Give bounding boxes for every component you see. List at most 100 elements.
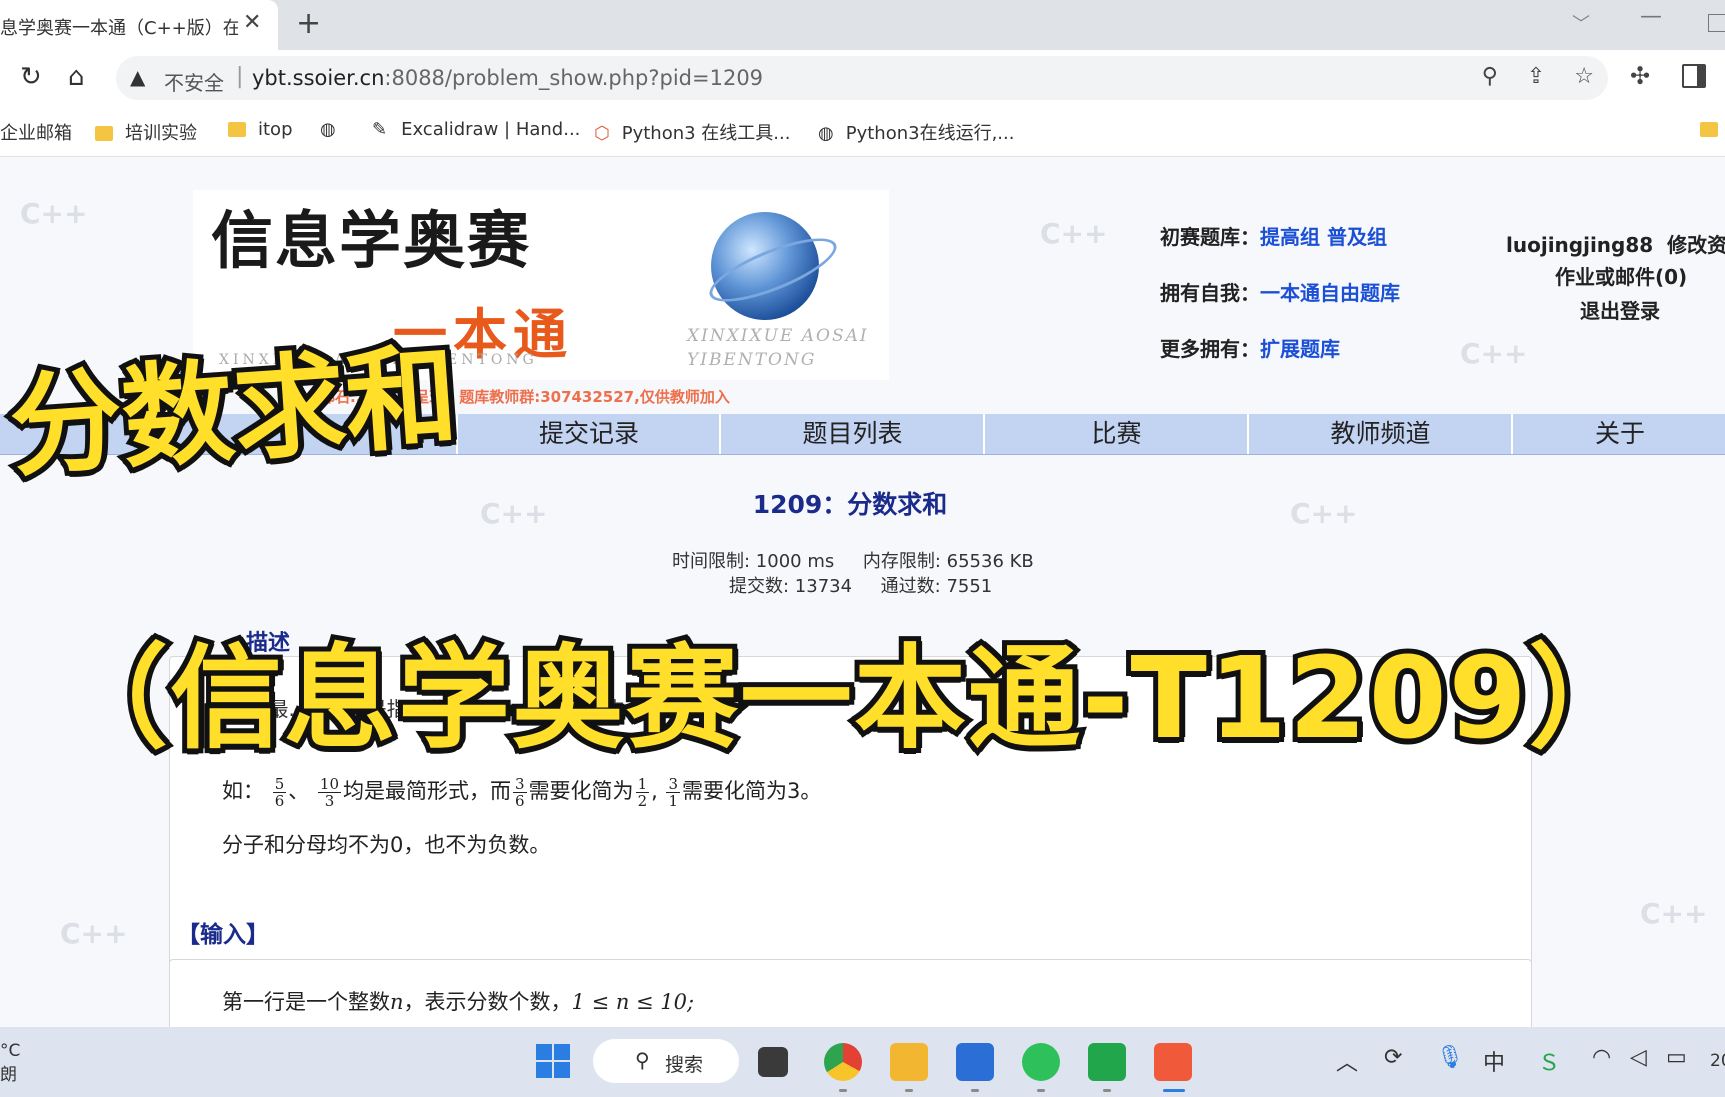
- start-icon[interactable]: [536, 1044, 572, 1080]
- reload-icon[interactable]: ↻: [20, 62, 42, 92]
- maximize-icon[interactable]: [1708, 14, 1725, 32]
- link-free-bank[interactable]: 一本通自由题库: [1260, 281, 1400, 305]
- bookmark-folder[interactable]: [1700, 119, 1725, 140]
- battery-icon[interactable]: ▭: [1666, 1045, 1687, 1070]
- wifi-icon[interactable]: ◠: [1592, 1045, 1611, 1070]
- memory-limit: 内存限制: 65536 KB: [862, 551, 1034, 572]
- watermark: C++: [20, 197, 88, 230]
- weather-widget[interactable]: °C 朗: [0, 1039, 20, 1087]
- banner-title: 信息学奥赛: [211, 204, 532, 277]
- nav-teacher[interactable]: 教师频道: [1247, 414, 1512, 454]
- minimize-icon[interactable]: —: [1640, 4, 1662, 29]
- tab-title: 息学奥赛一本通（C++版）在线: [0, 18, 238, 39]
- code-editor-icon[interactable]: [1154, 1043, 1192, 1081]
- tab-strip: 息学奥赛一本通（C++版）在线 ✕ + ﹀ —: [0, 0, 1725, 50]
- divider: |: [236, 64, 244, 89]
- excalidraw-icon: ✎: [372, 119, 388, 140]
- omnibox-actions: ⚲ ⇪ ☆: [1460, 64, 1594, 89]
- ime-icon[interactable]: 中: [1483, 1045, 1505, 1077]
- overlay-caption-subtitle: （信息学奥赛一本通-T1209）: [51, 629, 1646, 769]
- bookmark-label: Python3 在线工具...: [621, 123, 791, 144]
- volume-icon[interactable]: ◁: [1630, 1045, 1647, 1070]
- new-tab-button[interactable]: +: [296, 6, 321, 41]
- url-text[interactable]: ybt.ssoier.cn:8088/problem_show.php?pid=…: [252, 66, 763, 90]
- link-puji[interactable]: 普及组: [1327, 225, 1387, 249]
- link-tigao[interactable]: 提高组: [1260, 225, 1320, 249]
- nav-about[interactable]: 关于: [1511, 414, 1725, 454]
- close-tab-icon[interactable]: ✕: [243, 10, 261, 35]
- app-tray-icon[interactable]: Ｓ: [1538, 1045, 1560, 1077]
- globe-icon[interactable]: ◍: [320, 119, 336, 140]
- watermark: C++: [60, 917, 128, 950]
- limits-row: 时间限制: 1000 ms 内存限制: 65536 KB: [672, 547, 1034, 573]
- bookmarks-bar: 企业邮箱 培训实验 itop ◍ ✎ Excalidraw | Hand... ⬡…: [0, 106, 1725, 157]
- running-indicator: [971, 1089, 979, 1092]
- task-view-icon[interactable]: [758, 1047, 788, 1077]
- fraction: 56: [272, 774, 287, 810]
- edit-profile-link[interactable]: 修改资料: [1667, 233, 1725, 257]
- overlay-caption-title: 分数求和: [1, 327, 467, 498]
- self-row: 拥有自我：一本通自由题库: [1160, 265, 1400, 321]
- tab-search-icon[interactable]: ﹀: [1572, 10, 1590, 36]
- nav-problems[interactable]: 题目列表: [719, 414, 984, 454]
- bookmark-label: Excalidraw | Hand...: [401, 119, 581, 140]
- browser-tab[interactable]: 息学奥赛一本通（C++版）在线 ✕: [0, 0, 278, 50]
- bookmark-folder[interactable]: itop: [228, 119, 293, 140]
- homework-link[interactable]: 作业或邮件(0): [1555, 261, 1687, 290]
- insecure-label[interactable]: 不安全: [164, 67, 224, 96]
- input-text: 第一行是一个整数n，表示分数个数，1 ≤ n ≤ 10;: [222, 986, 694, 1016]
- problem-title: 1209：分数求和: [752, 490, 948, 519]
- sync-icon[interactable]: ⟳: [1384, 1045, 1402, 1070]
- wechat-icon[interactable]: [1022, 1043, 1060, 1081]
- taskbar-search[interactable]: ⚲ 搜索: [593, 1039, 739, 1083]
- address-bar[interactable]: ▲ 不安全 | ybt.ssoier.cn:8088/problem_show.…: [116, 56, 1608, 100]
- fraction: 10 3: [317, 774, 342, 810]
- running-indicator: [839, 1089, 847, 1092]
- microphone-icon[interactable]: 🎙: [1436, 1045, 1464, 1070]
- bookmark-label: 培训实验: [125, 123, 197, 144]
- extensions-icon[interactable]: ✣: [1630, 62, 1650, 90]
- web-page: C++ C++ C++ C++ C++ C++ C++ 信息学奥赛 一本通 XI…: [0, 157, 1725, 1027]
- chusai-label: 初赛题库：: [1160, 225, 1260, 249]
- bookmark-folder[interactable]: 培训实验: [95, 119, 197, 145]
- nav-contests[interactable]: 比赛: [983, 414, 1248, 454]
- fraction: 12: [635, 774, 650, 810]
- user-info: luojingjing88 修改资料: [1506, 229, 1725, 258]
- accepted-count: 通过数: 7551: [880, 576, 993, 597]
- sign-constraint: 分子和分母均不为0，也不为负数。: [222, 833, 551, 857]
- fraction: 31: [666, 774, 681, 810]
- bookmark-item[interactable]: ◍ Python3在线运行,...: [818, 119, 1014, 145]
- username[interactable]: luojingjing88: [1506, 233, 1653, 257]
- more-row: 更多拥有：扩展题库: [1160, 321, 1400, 377]
- url-path: :8088/problem_show.php?pid=1209: [384, 66, 764, 90]
- home-icon[interactable]: ⌂: [68, 62, 85, 92]
- running-indicator: [1103, 1089, 1111, 1092]
- clion-icon[interactable]: [1088, 1043, 1126, 1081]
- side-panel-icon[interactable]: [1682, 64, 1706, 88]
- bookmark-item[interactable]: ⬡ Python3 在线工具...: [594, 119, 790, 145]
- whiteboard-icon[interactable]: [956, 1043, 994, 1081]
- search-icon: ⚲: [635, 1048, 650, 1072]
- example-mid: 均是最简形式，而: [343, 779, 512, 803]
- bookmark-item[interactable]: 企业邮箱: [0, 119, 72, 145]
- weather-text: 朗: [0, 1065, 17, 1085]
- example-prefix: 如：: [222, 779, 264, 803]
- bookmark-item[interactable]: ✎ Excalidraw | Hand...: [372, 119, 580, 140]
- zoom-icon[interactable]: ⚲: [1482, 64, 1498, 89]
- pinyin-line: YIBENTONG: [687, 350, 817, 370]
- running-indicator: [905, 1089, 913, 1092]
- warning-icon[interactable]: ▲: [130, 65, 145, 89]
- bookmark-star-icon[interactable]: ☆: [1574, 64, 1594, 89]
- clock[interactable]: 20: [1710, 1051, 1725, 1071]
- nav-submissions[interactable]: 提交记录: [456, 414, 720, 454]
- file-explorer-icon[interactable]: [890, 1043, 928, 1081]
- banner-pinyin-right: XINXIXUE AOSAI YIBENTONG: [687, 324, 869, 372]
- example-line: 如： 5 6、 10 3 均是最简形式，而 3 6 需要化简为 1 2, 3 1 需要化简为3。: [222, 774, 822, 810]
- chevron-up-icon[interactable]: ︿: [1336, 1045, 1358, 1077]
- chrome-icon[interactable]: [824, 1043, 862, 1081]
- share-icon[interactable]: ⇪: [1527, 64, 1545, 89]
- submit-count: 提交数: 13734: [729, 576, 853, 597]
- link-extended-bank[interactable]: 扩展题库: [1260, 337, 1340, 361]
- logout-link[interactable]: 退出登录: [1580, 295, 1660, 324]
- input-text-b: ，表示分数个数，: [403, 990, 572, 1014]
